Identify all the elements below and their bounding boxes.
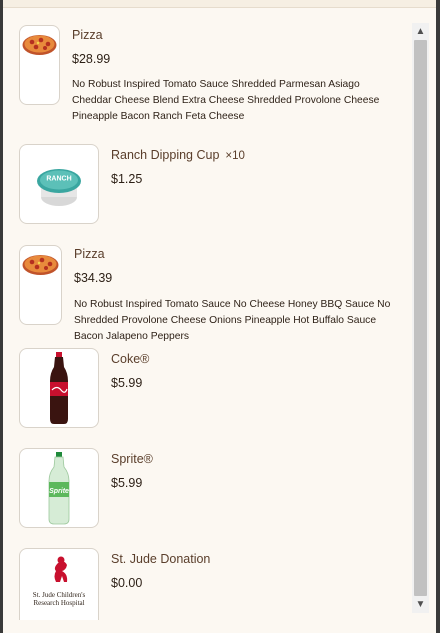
item-price: $1.25 (111, 172, 143, 186)
scroll-down-arrow-icon[interactable]: ▼ (412, 597, 429, 612)
item-price: $0.00 (111, 576, 143, 590)
pizza-icon (22, 35, 57, 55)
item-price: $5.99 (111, 376, 143, 390)
cart-item[interactable]: RANCH Ranch Dipping Cup ×10 $1.25 (10, 144, 408, 224)
cart-item-list: Pizza $28.99 No Robust Inspired Tomato S… (10, 14, 408, 620)
svg-text:Sprite: Sprite (49, 488, 69, 495)
item-thumbnail (19, 348, 99, 428)
st-jude-logo-icon (54, 556, 68, 582)
pizza-icon (22, 255, 59, 275)
item-description: No Robust Inspired Tomato Sauce Shredded… (72, 79, 380, 122)
cart-item[interactable]: Coke® $5.99 (10, 348, 408, 428)
cart-item[interactable]: Pizza $28.99 No Robust Inspired Tomato S… (10, 25, 408, 135)
item-name: Pizza (74, 247, 105, 261)
item-description: No Robust Inspired Tomato Sauce No Chees… (74, 299, 391, 342)
item-thumbnail (19, 25, 60, 105)
ranch-cup-icon: RANCH (37, 169, 81, 206)
cart-item[interactable]: Sprite Sprite® $5.99 (10, 448, 408, 528)
item-name: Sprite® (111, 452, 153, 466)
cart-item[interactable]: St. Jude Children's Research Hospital St… (10, 548, 408, 620)
item-quantity: ×10 (225, 150, 245, 162)
item-name: St. Jude Donation (111, 552, 211, 566)
item-name: Pizza (72, 28, 103, 42)
scrollbar-thumb[interactable] (414, 40, 427, 596)
item-price: $34.39 (74, 271, 113, 285)
window-edge-right (436, 0, 440, 633)
item-thumbnail: St. Jude Children's Research Hospital (19, 548, 99, 620)
ranch-label: RANCH (46, 176, 71, 183)
cart-item[interactable]: Pizza $34.39 No Robust Inspired Tomato S… (10, 245, 408, 345)
st-jude-logo-text: St. Jude Children's Research Hospital (32, 591, 86, 607)
item-name-row: Ranch Dipping Cup ×10 (111, 148, 245, 162)
item-thumbnail (19, 245, 62, 325)
item-thumbnail: RANCH (19, 144, 99, 224)
sprite-bottle-icon: Sprite (48, 452, 70, 525)
item-price: $5.99 (111, 476, 143, 490)
top-bar (0, 0, 440, 8)
item-name: Coke® (111, 352, 150, 366)
item-price: $28.99 (72, 52, 111, 66)
vertical-scrollbar[interactable]: ▲ ▼ (412, 23, 429, 613)
item-thumbnail: Sprite (19, 448, 99, 528)
item-name: Ranch Dipping Cup (111, 148, 220, 162)
scroll-up-arrow-icon[interactable]: ▲ (412, 24, 429, 39)
coke-bottle-icon (50, 352, 68, 424)
window-edge-left (0, 0, 3, 633)
